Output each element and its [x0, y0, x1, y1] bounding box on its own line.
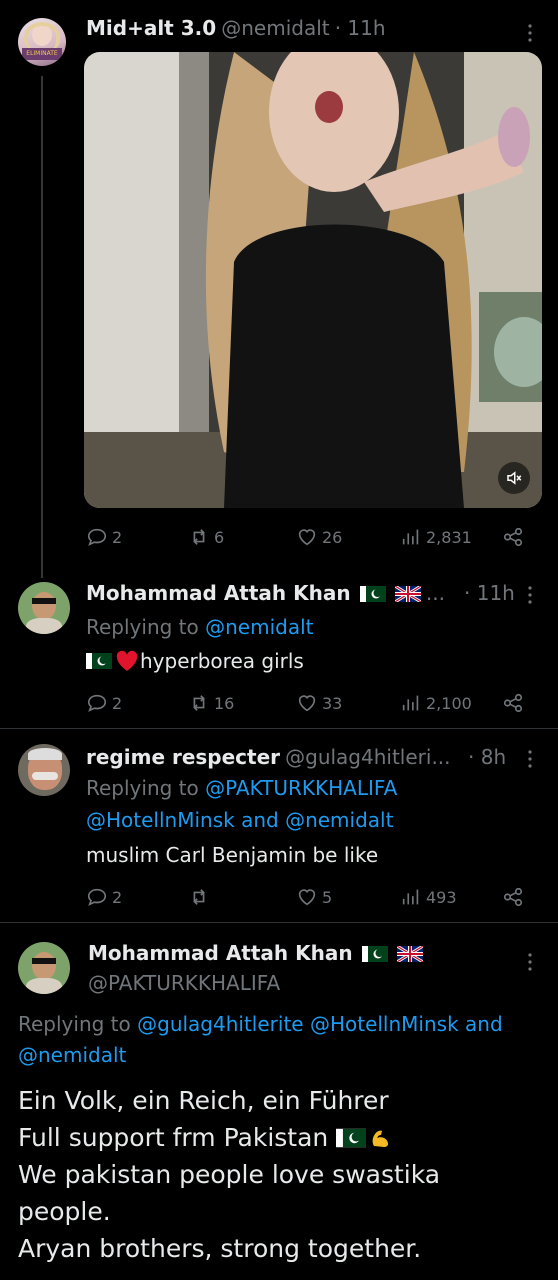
- timestamp[interactable]: · 11h: [464, 581, 515, 605]
- mention-link[interactable]: @PAKTURKKHALIFA: [205, 776, 397, 800]
- post-text-line: Aryan brothers, strong together.: [18, 1234, 422, 1263]
- reply-count: 2: [112, 693, 123, 713]
- avatar[interactable]: [18, 582, 70, 634]
- video-frame: [84, 52, 542, 508]
- post-text-line: We pakistan people love swastika: [18, 1160, 441, 1189]
- video-player[interactable]: [84, 52, 542, 508]
- views-icon: [402, 695, 419, 711]
- mention-link[interactable]: @nemidalt: [285, 808, 393, 832]
- like-button[interactable]: 33: [296, 692, 342, 714]
- pakistan-flag-icon: [359, 585, 386, 602]
- share-button[interactable]: [502, 886, 524, 908]
- reply-count: 2: [112, 527, 123, 547]
- mention-link[interactable]: @HotellnMinsk: [86, 808, 235, 832]
- share-icon: [503, 527, 523, 547]
- mute-icon[interactable]: [498, 462, 530, 494]
- repost-button[interactable]: 16: [188, 692, 234, 714]
- share-button[interactable]: [502, 692, 524, 714]
- like-button[interactable]: 26: [296, 526, 342, 548]
- flexed-biceps-icon: [372, 1130, 389, 1147]
- post-text-line: Ein Volk, ein Reich, ein Führer: [18, 1086, 389, 1115]
- timestamp[interactable]: · 8h: [468, 745, 506, 769]
- like-count: 5: [322, 887, 333, 907]
- truncation-ellipsis: ...: [425, 581, 445, 605]
- share-button[interactable]: [502, 526, 524, 548]
- uk-flag-icon: [396, 945, 423, 962]
- repost-icon: [193, 529, 205, 545]
- divider: [0, 922, 558, 923]
- replying-label: Replying to: [86, 615, 199, 639]
- avatar-label: ELIMINATE: [22, 48, 62, 60]
- author-handle[interactable]: @PAKTURKKHALIFA: [88, 971, 280, 995]
- views-icon: [402, 529, 419, 545]
- pakistan-flag-icon: [336, 1128, 367, 1147]
- author-name[interactable]: Mid+alt 3.0: [86, 16, 216, 40]
- repost-button[interactable]: [188, 886, 214, 908]
- views-button[interactable]: 493: [400, 886, 457, 908]
- repost-count: 16: [214, 693, 235, 713]
- more-options-icon[interactable]: [524, 22, 536, 44]
- mention-link[interactable]: @HotellnMinsk: [310, 1012, 459, 1036]
- post-text: hyperborea girls: [140, 649, 304, 673]
- avatar[interactable]: [18, 744, 70, 796]
- reply-icon: [87, 528, 107, 546]
- reply-count: 2: [112, 887, 123, 907]
- repost-count: 6: [214, 527, 225, 547]
- pakistan-flag-icon: [361, 945, 388, 962]
- mention-link[interactable]: @gulag4hitlerite: [137, 1012, 303, 1036]
- view-count: 2,831: [426, 527, 472, 547]
- mention-link[interactable]: @nemidalt: [18, 1043, 126, 1067]
- views-icon: [402, 889, 419, 905]
- reply-button[interactable]: 2: [86, 886, 122, 908]
- post-text-line: Full support frm Pakistan: [18, 1123, 329, 1152]
- share-icon: [503, 693, 523, 713]
- avatar[interactable]: [18, 942, 70, 994]
- author-name[interactable]: regime respecter: [86, 745, 280, 769]
- mention-link[interactable]: @nemidalt: [205, 615, 313, 639]
- red-heart-icon: [116, 650, 138, 671]
- reply-icon: [87, 694, 107, 712]
- views-button[interactable]: 2,100: [400, 692, 472, 714]
- reply-icon: [87, 888, 107, 906]
- divider: [0, 728, 558, 729]
- post-text-line: people.: [18, 1197, 111, 1226]
- replying-label: Replying to: [18, 1012, 131, 1036]
- views-button[interactable]: 2,831: [400, 526, 472, 548]
- reply-button[interactable]: 2: [86, 526, 122, 548]
- heart-icon: [298, 889, 316, 906]
- replying-and: and: [241, 808, 279, 832]
- replying-and: and: [465, 1012, 503, 1036]
- avatar[interactable]: ELIMINATE: [18, 18, 66, 66]
- like-count: 33: [322, 693, 343, 713]
- repost-button[interactable]: 6: [188, 526, 224, 548]
- more-options-icon[interactable]: [524, 951, 536, 973]
- repost-icon: [193, 695, 205, 711]
- more-options-icon[interactable]: [524, 584, 536, 606]
- like-count: 26: [322, 527, 343, 547]
- pakistan-flag-icon: [86, 653, 112, 669]
- uk-flag-icon: [394, 585, 421, 602]
- share-icon: [503, 887, 523, 907]
- view-count: 493: [426, 887, 457, 907]
- like-button[interactable]: 5: [296, 886, 332, 908]
- author-handle[interactable]: @gulag4hitleri...: [285, 745, 450, 769]
- thread-line: [41, 76, 43, 578]
- author-handle[interactable]: @nemidalt: [221, 16, 329, 40]
- author-name[interactable]: Mohammad Attah Khan: [88, 941, 353, 965]
- reply-button[interactable]: 2: [86, 692, 122, 714]
- author-name[interactable]: Mohammad Attah Khan: [86, 581, 351, 605]
- timestamp[interactable]: · 11h: [335, 16, 386, 40]
- view-count: 2,100: [426, 693, 472, 713]
- heart-icon: [298, 529, 316, 546]
- replying-label: Replying to: [86, 776, 199, 800]
- post-text: muslim Carl Benjamin be like: [86, 843, 379, 867]
- more-options-icon[interactable]: [524, 748, 536, 770]
- repost-icon: [193, 889, 205, 905]
- heart-icon: [298, 695, 316, 712]
